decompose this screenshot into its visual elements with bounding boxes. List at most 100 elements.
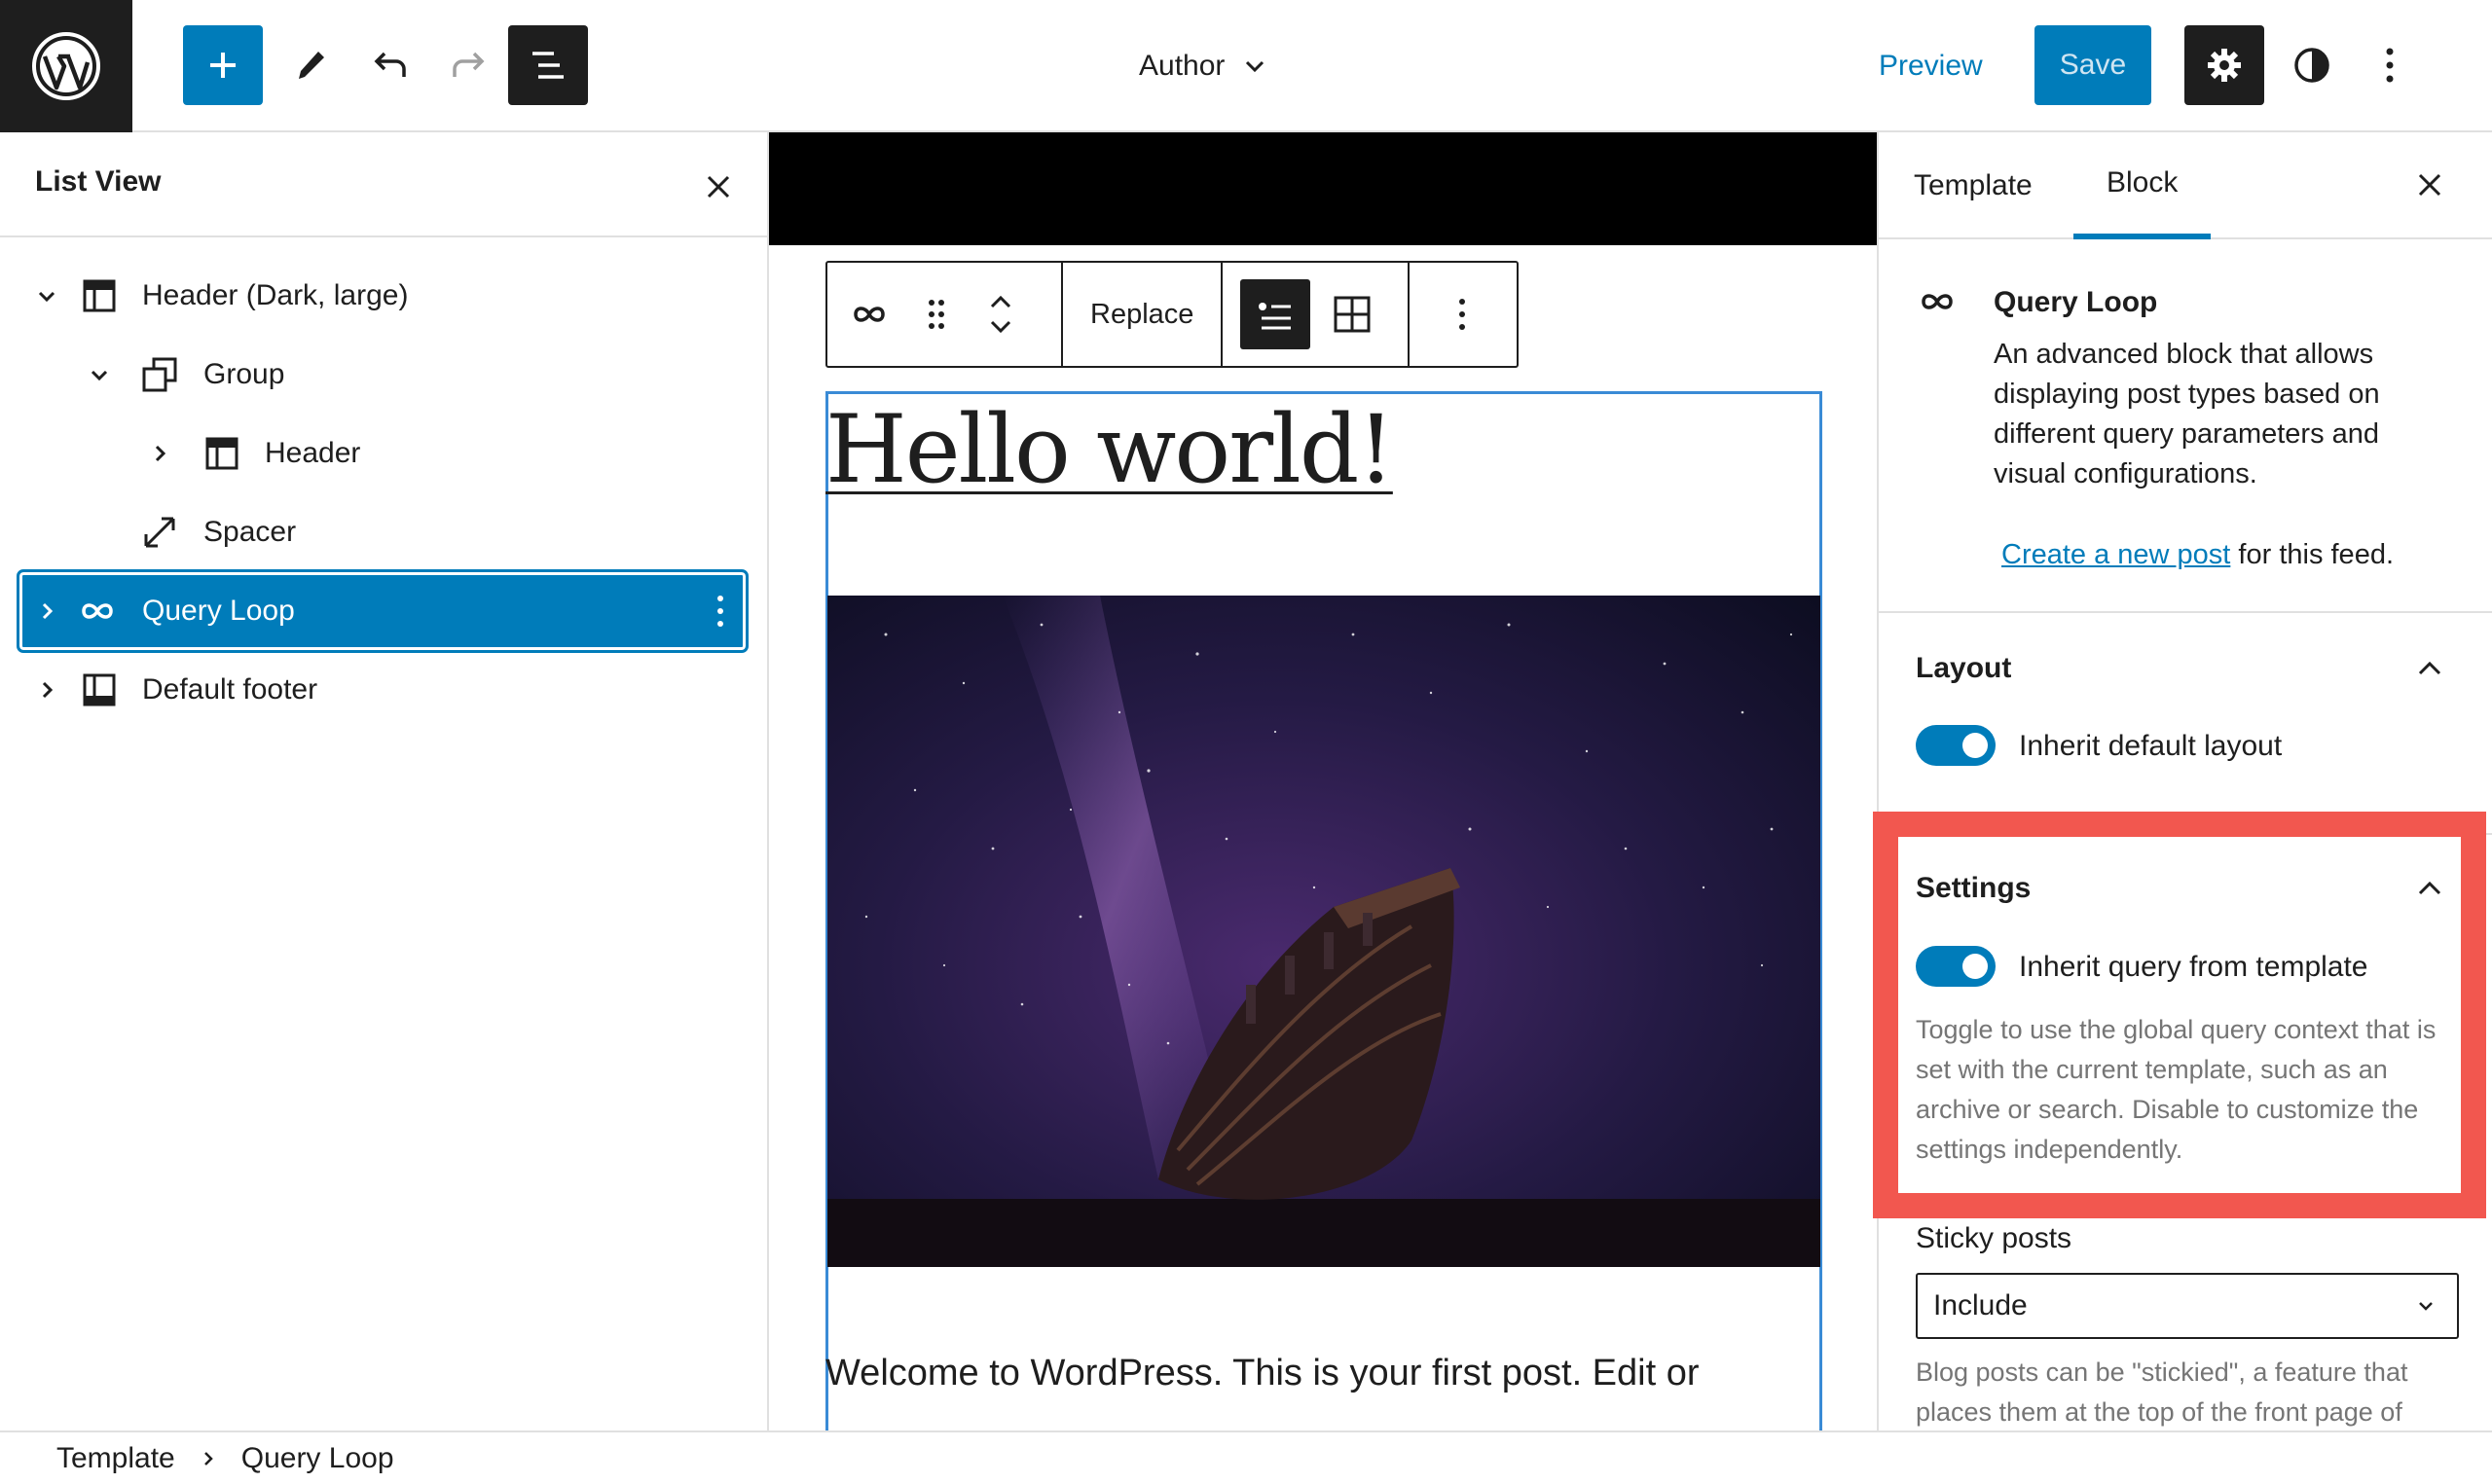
list-item-default-footer[interactable]: Default footer	[18, 651, 750, 729]
list-item-label: Query Loop	[142, 595, 295, 627]
list-item-label: Header	[265, 437, 361, 469]
chevron-down-icon	[1246, 60, 1264, 73]
create-post-line: Create a new post for this feed.	[2001, 539, 2394, 571]
template-part-icon	[201, 432, 243, 475]
featured-image[interactable]	[827, 596, 1820, 1267]
list-item-label: Header (Dark, large)	[142, 279, 409, 311]
replace-group: Replace	[1063, 263, 1224, 366]
breadcrumb: Template Query Loop	[0, 1430, 2492, 1484]
loop-icon[interactable]	[827, 263, 911, 366]
more-vertical-icon	[1459, 299, 1466, 330]
list-item-label: Group	[203, 358, 285, 390]
settings-sidebar: Template Block Query Loop An advanced bl…	[1877, 132, 2492, 1430]
editor-canvas[interactable]: Replace Hello world! Welcome to WordPres…	[769, 132, 1877, 1430]
chevron-down-icon	[990, 320, 1011, 334]
plus-icon	[210, 53, 236, 78]
inherit-layout-label: Inherit default layout	[2019, 730, 2283, 762]
list-item-header[interactable]: Header	[18, 415, 750, 492]
inherit-query-toggle[interactable]	[1916, 946, 1996, 987]
replace-button[interactable]: Replace	[1063, 263, 1221, 366]
inherit-layout-toggle[interactable]	[1916, 725, 1996, 766]
wordpress-logo-icon[interactable]	[0, 0, 132, 132]
loop-icon	[1918, 288, 1957, 320]
chevron-up-icon	[990, 295, 1011, 308]
close-sidebar-button[interactable]	[2404, 160, 2455, 210]
list-item-group[interactable]: Group	[18, 336, 750, 414]
loop-icon	[76, 590, 119, 633]
layout-panel-title[interactable]: Layout	[1916, 652, 2011, 685]
list-layout-icon	[1259, 303, 1292, 330]
inherit-query-help: Toggle to use the global query context t…	[1916, 1015, 2437, 1164]
chevron-down-icon[interactable]	[27, 276, 66, 315]
list-item-label: Spacer	[203, 516, 297, 548]
settings-button[interactable]	[2184, 25, 2264, 105]
redo-button[interactable]	[428, 25, 508, 105]
list-item-header-dark-large[interactable]: Header (Dark, large)	[18, 257, 750, 335]
create-new-post-link[interactable]: Create a new post	[2001, 539, 2230, 570]
options-menu-button[interactable]	[2350, 25, 2430, 105]
chevron-down-icon	[2406, 1286, 2445, 1325]
chevron-down-icon[interactable]	[80, 355, 119, 394]
contrast-icon	[2294, 48, 2329, 83]
template-part-icon	[78, 274, 121, 317]
create-post-suffix: for this feed.	[2230, 539, 2395, 570]
preview-button[interactable]: Preview	[1879, 39, 1983, 93]
drag-handle-icon[interactable]	[911, 263, 962, 366]
list-view-layout-button[interactable]	[1240, 279, 1311, 349]
document-title-dropdown[interactable]: Author	[1139, 39, 1269, 93]
list-item-query-loop[interactable]: Query Loop	[17, 569, 749, 653]
sticky-posts-help: Blog posts can be "stickied", a feature …	[1916, 1357, 2408, 1427]
move-up-down-buttons[interactable]	[962, 263, 1040, 366]
chevron-right-icon[interactable]	[27, 670, 66, 709]
inherit-query-label: Inherit query from template	[2019, 951, 2368, 983]
sticky-posts-label: Sticky posts	[1916, 1222, 2072, 1254]
block-card: Query Loop An advanced block that allows…	[1879, 239, 2492, 613]
undo-icon	[374, 52, 406, 77]
chevron-right-icon[interactable]	[140, 434, 179, 473]
post-title-link[interactable]: Hello world!	[825, 395, 1395, 504]
chevron-up-icon[interactable]	[2408, 646, 2451, 689]
pencil-icon	[299, 52, 324, 79]
list-view-panel: List View Header (Dark, large) Group Hea…	[0, 132, 769, 1430]
breadcrumb-item-query-loop[interactable]: Query Loop	[241, 1442, 394, 1475]
edit-tools-button[interactable]	[271, 25, 350, 105]
list-view-title: List View	[35, 165, 162, 198]
tab-block[interactable]: Block	[2073, 132, 2212, 239]
document-title: Author	[1139, 50, 1226, 82]
sidebar-tabs: Template Block	[1879, 132, 2492, 239]
night-sky-boat-image	[827, 596, 1820, 1267]
list-item-label: Default footer	[142, 673, 318, 706]
undo-button[interactable]	[350, 25, 430, 105]
close-icon	[2418, 173, 2441, 197]
save-button[interactable]: Save	[2034, 25, 2151, 105]
close-icon	[707, 175, 730, 199]
block-mover-group	[827, 263, 1063, 366]
list-item-spacer[interactable]: Spacer	[18, 493, 750, 571]
more-options-group	[1410, 263, 1515, 366]
post-excerpt: Welcome to WordPress. This is your first…	[825, 1353, 1700, 1394]
block-options-button[interactable]	[701, 582, 740, 640]
sticky-posts-value: Include	[1933, 1289, 2028, 1321]
tab-template[interactable]: Template	[1914, 132, 2033, 239]
block-toolbar: Replace	[825, 261, 1519, 368]
more-vertical-icon	[2386, 48, 2394, 83]
top-toolbar: Author Preview Save	[0, 0, 2492, 132]
chevron-up-icon[interactable]	[2408, 866, 2451, 909]
styles-button[interactable]	[2272, 25, 2352, 105]
redo-icon	[453, 52, 485, 77]
layout-view-group	[1223, 263, 1411, 366]
resize-icon	[138, 511, 181, 554]
chevron-right-icon[interactable]	[27, 592, 66, 631]
grid-view-layout-button[interactable]	[1318, 263, 1386, 366]
close-list-view-button[interactable]	[693, 162, 744, 212]
sticky-posts-select[interactable]: Include	[1916, 1273, 2459, 1339]
list-view-button[interactable]	[508, 25, 588, 105]
block-more-options-button[interactable]	[1430, 263, 1494, 366]
add-block-button[interactable]	[183, 25, 263, 105]
header-block-preview[interactable]	[769, 132, 1877, 245]
chevron-right-icon	[203, 1451, 213, 1466]
footer-icon	[78, 669, 121, 711]
settings-panel-title[interactable]: Settings	[1916, 872, 2031, 905]
breadcrumb-item-template[interactable]: Template	[56, 1442, 175, 1475]
group-icon	[138, 353, 181, 396]
